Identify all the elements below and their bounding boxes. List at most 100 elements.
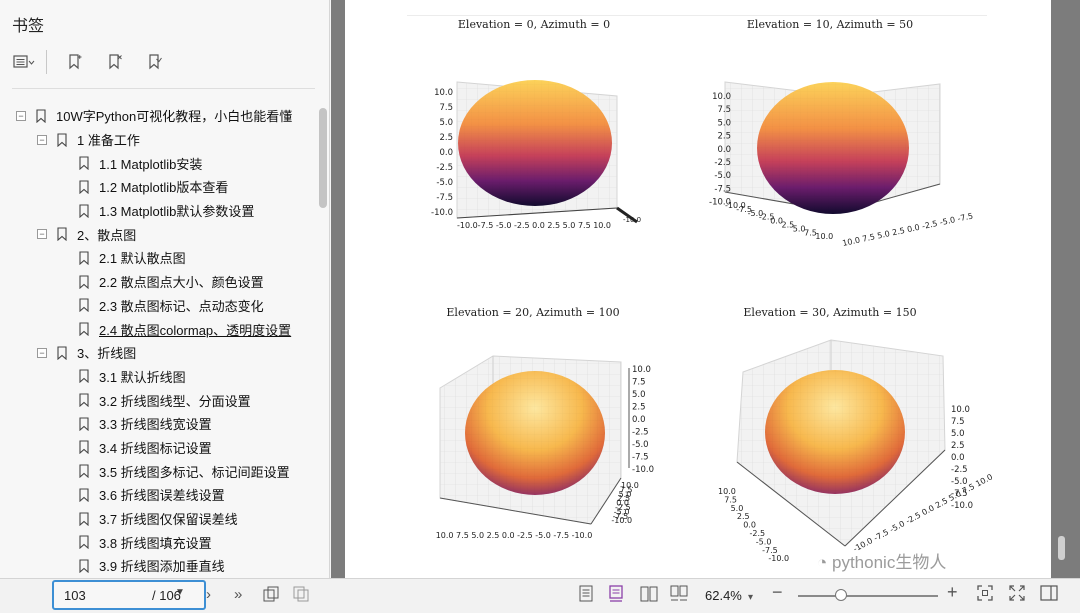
fit-page-icon[interactable] xyxy=(977,585,993,607)
z-tick-label: 2.5 xyxy=(951,441,965,451)
bookmark-label: 3.8 折线图填充设置 xyxy=(99,535,212,551)
bookmark-add-icon[interactable] xyxy=(61,49,89,75)
rotate-page-icon[interactable] xyxy=(262,585,280,609)
bookmark-icon[interactable] xyxy=(141,49,169,75)
bookmark-icon xyxy=(79,251,89,265)
bookmark-item[interactable]: 3.9 折线图添加垂直线 xyxy=(10,554,310,578)
bookmark-icon xyxy=(79,369,89,384)
plot-title: Elevation = 30, Azimuth = 150 xyxy=(743,306,916,319)
corner-tick-label: -10.0 xyxy=(623,216,641,224)
bookmark-label: 3.6 折线图误差线设置 xyxy=(99,488,225,504)
bookmark-item[interactable]: 3.1 默认折线图 xyxy=(10,365,310,389)
z-tick-label: 7.5 xyxy=(632,378,646,388)
collapse-toggle-icon[interactable]: − xyxy=(37,134,47,145)
continuous-view-icon[interactable] xyxy=(608,585,624,609)
bookmark-label: 3.9 折线图添加垂直线 xyxy=(99,559,225,575)
z-tick-label: 10.0 xyxy=(632,365,651,375)
z-tick-label: 0.0 xyxy=(951,453,965,463)
last-page-icon[interactable]: » xyxy=(234,585,242,605)
bookmark-label: 3.7 折线图仅保留误差线 xyxy=(99,512,238,528)
bookmark-item[interactable]: 3.3 折线图线宽设置 xyxy=(10,412,310,436)
bookmark-label: 3.3 折线图线宽设置 xyxy=(99,417,212,433)
bookmark-icon xyxy=(79,322,89,337)
plot-title: Elevation = 0, Azimuth = 0 xyxy=(458,18,610,31)
bookmark-icon xyxy=(79,156,89,171)
bookmark-item[interactable]: 3.7 折线图仅保留误差线 xyxy=(10,507,310,531)
zoom-dropdown-icon[interactable]: ▾ xyxy=(748,588,753,608)
bookmark-label: 2.4 散点图colormap、透明度设置 xyxy=(99,322,292,338)
z-tick-label: 5.0 xyxy=(439,118,453,128)
fullscreen-icon[interactable] xyxy=(1009,585,1025,607)
two-page-view-icon[interactable] xyxy=(640,585,658,609)
bookmark-remove-icon[interactable] xyxy=(101,49,129,75)
duplicate-page-icon[interactable] xyxy=(292,585,310,609)
watermark-text: pythonic生物人 xyxy=(832,553,947,572)
z-tick-label: -7.5 xyxy=(632,453,649,463)
zoom-slider-knob[interactable] xyxy=(835,589,847,601)
bookmark-item[interactable]: 2.3 散点图标记、点动态变化 xyxy=(10,294,310,318)
next-page-icon[interactable]: › xyxy=(206,585,211,605)
bookmark-item[interactable]: 3.4 折线图标记设置 xyxy=(10,436,310,460)
x-tick-labels: 10.0 7.5 5.0 2.5 0.0 -2.5 -5.0 -7.5 -10.… xyxy=(436,531,593,540)
bookmark-item[interactable]: 2.2 散点图点大小、颜色设置 xyxy=(10,270,310,294)
bookmark-tree: −10W字Python可视化教程，小白也能看懂 −1 准备工作 1.1 Matplo… xyxy=(10,104,310,578)
document-viewer: Elevation = 0, Azimuth = 0 10.0 7.5 5.0 2.5… xyxy=(331,0,1080,578)
page-current[interactable]: 103 xyxy=(64,588,86,603)
z-tick-label: -2.5 xyxy=(951,465,968,475)
bookmark-item[interactable]: 3.5 折线图多标记、标记间距设置 xyxy=(10,459,310,483)
bookmark-item[interactable]: 3.8 折线图填充设置 xyxy=(10,530,310,554)
bookmark-item[interactable]: 3.2 折线图线型、分面设置 xyxy=(10,388,310,412)
x-tick-labels: -10.0-7.5 -5.0 -2.5 0.0 2.5 5.0 7.5 10.0 xyxy=(457,221,611,230)
sidebar-scrollbar[interactable] xyxy=(319,108,327,208)
page-number-field[interactable]: 103 ▼ xyxy=(52,580,206,610)
zoom-out-icon[interactable]: − xyxy=(772,582,783,602)
bookmark-label: 2.2 散点图点大小、颜色设置 xyxy=(99,275,264,291)
bookmark-icon xyxy=(57,132,67,147)
toggle-panel-icon[interactable] xyxy=(1040,585,1058,607)
bookmark-icon xyxy=(79,417,89,431)
zoom-in-icon[interactable]: + xyxy=(947,582,958,602)
page-total: / 106 xyxy=(152,588,181,603)
bookmark-item[interactable]: 2.4 散点图colormap、透明度设置 xyxy=(10,317,310,341)
bookmark-group[interactable]: − 3、折线图 xyxy=(10,341,310,365)
collapse-toggle-icon[interactable]: − xyxy=(37,229,47,240)
list-menu-icon[interactable] xyxy=(10,49,38,75)
bookmark-item[interactable]: 1.3 Matplotlib默认参数设置 xyxy=(10,199,310,223)
z-tick-label: 0.0 xyxy=(717,145,731,155)
z-tick-label: 0.0 xyxy=(632,415,646,425)
z-tick-label: -2.5 xyxy=(632,428,649,438)
bookmark-item[interactable]: 1.1 Matplotlib安装 xyxy=(10,151,310,175)
bookmark-item[interactable]: 1.2 Matplotlib版本查看 xyxy=(10,175,310,199)
sidebar-title: 书签 xyxy=(12,18,45,35)
bookmark-item[interactable]: 3.6 折线图误差线设置 xyxy=(10,483,310,507)
z-tick-label: -7.5 xyxy=(436,193,453,203)
bookmark-icon xyxy=(79,298,89,313)
bookmark-group[interactable]: − 2、散点图 xyxy=(10,222,310,246)
collapse-toggle-icon[interactable]: − xyxy=(37,347,47,358)
figure-3d-spheres: Elevation = 0, Azimuth = 0 10.0 7.5 5.0 2.5… xyxy=(431,18,994,563)
z-tick-label: -5.0 xyxy=(632,440,649,450)
z-tick-label: -10.0 xyxy=(431,208,453,218)
zoom-slider-track[interactable] xyxy=(798,595,938,597)
single-page-view-icon[interactable] xyxy=(578,585,594,609)
bookmark-item[interactable]: 2.1 默认散点图 xyxy=(10,246,310,270)
viewer-scrollbar[interactable] xyxy=(1058,536,1065,560)
z-tick-label: 2.5 xyxy=(439,133,453,143)
bookmark-group[interactable]: − 10W字Python可视化教程，小白也能看懂 xyxy=(10,104,310,128)
y-tick-labels: 10.0 7.5 5.0 2.5 0.0 -2.5 -5.0 -7.5 xyxy=(842,211,974,248)
z-tick-label: 5.0 xyxy=(951,429,965,439)
bookmark-label: 3.5 折线图多标记、标记间距设置 xyxy=(99,464,290,480)
two-page-continuous-icon[interactable] xyxy=(670,585,688,609)
z-tick-label: 5.0 xyxy=(632,390,646,400)
bookmark-icon xyxy=(57,227,67,242)
watermark: ◔ pythonic生物人 xyxy=(817,553,947,572)
z-tick-label: 7.5 xyxy=(951,417,965,427)
sidebar-divider xyxy=(12,88,315,89)
z-tick-label: -2.5 xyxy=(436,163,453,173)
document-page: Elevation = 0, Azimuth = 0 10.0 7.5 5.0 2.5… xyxy=(345,0,1051,578)
bookmark-group[interactable]: − 1 准备工作 xyxy=(10,128,310,152)
plot-title: Elevation = 20, Azimuth = 100 xyxy=(446,306,619,319)
collapse-toggle-icon[interactable]: − xyxy=(16,110,26,121)
y-tick-label: -10.0 xyxy=(611,516,632,525)
zoom-level[interactable]: 62.4% xyxy=(705,588,742,603)
